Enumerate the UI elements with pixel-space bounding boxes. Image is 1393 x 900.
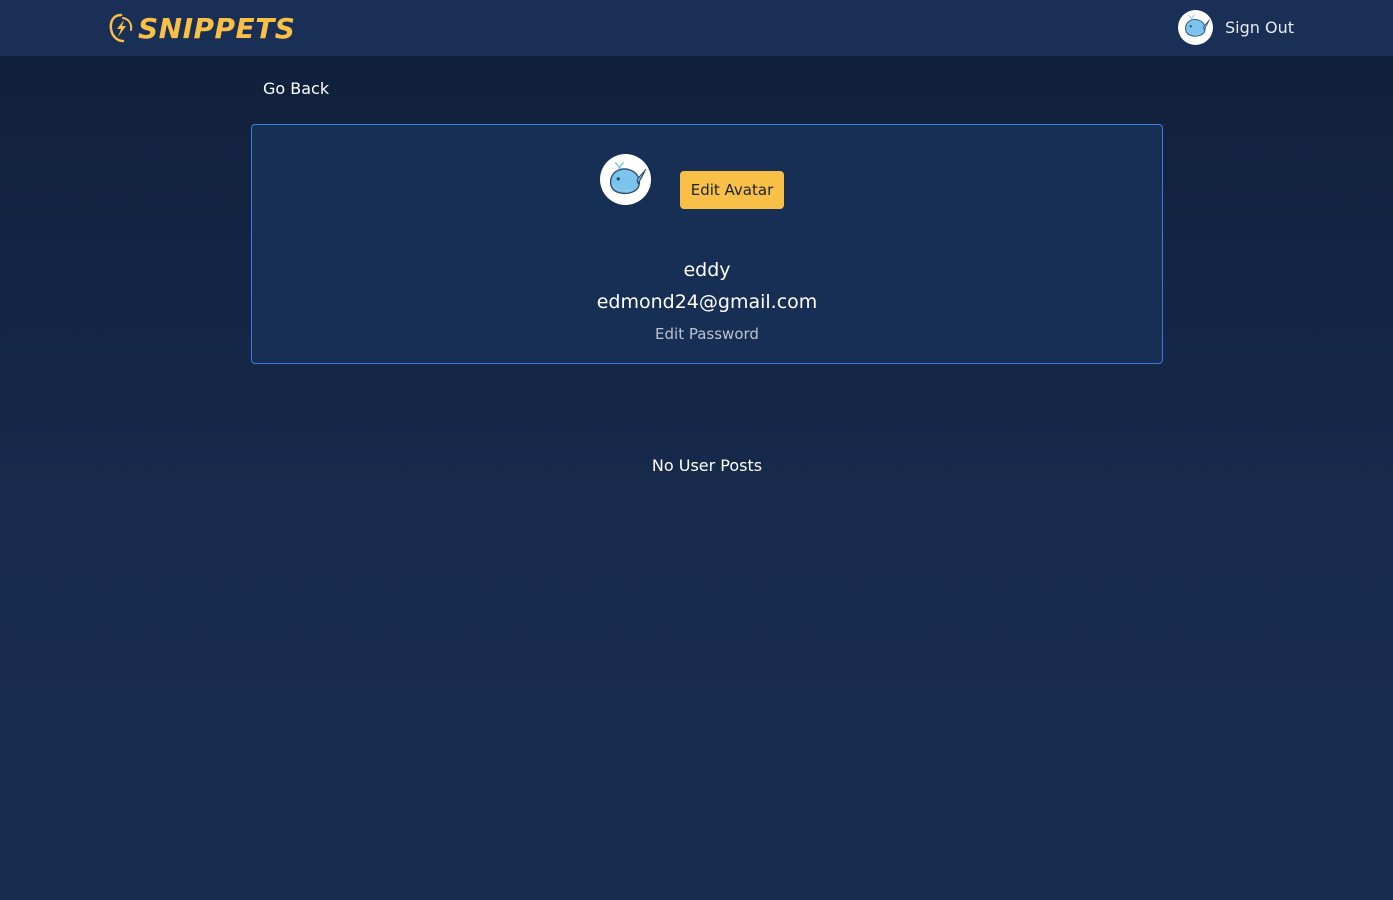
profile-card: Edit Avatar eddy edmond24@gmail.com Edit… (251, 124, 1163, 364)
edit-avatar-button[interactable]: Edit Avatar (680, 171, 784, 209)
go-back-link[interactable]: Go Back (263, 79, 329, 98)
whale-avatar-icon (1184, 14, 1210, 37)
whale-avatar-icon (609, 161, 646, 194)
profile-username: eddy (683, 259, 731, 281)
profile-avatar (600, 154, 651, 205)
brand-name: SNIPPETS (138, 11, 296, 45)
avatar[interactable] (1178, 9, 1213, 45)
sign-out-link[interactable]: Sign Out (1225, 18, 1294, 37)
empty-posts-message: No User Posts (651, 456, 763, 475)
lightning-swirl-logo-icon (109, 13, 133, 43)
navbar: SNIPPETS Sign Out (0, 0, 1393, 56)
edit-password-link[interactable]: Edit Password (252, 325, 1162, 343)
user-menu: Sign Out (1178, 9, 1294, 45)
brand-logo[interactable]: SNIPPETS (108, 10, 295, 46)
profile-email: edmond24@gmail.com (596, 291, 818, 313)
